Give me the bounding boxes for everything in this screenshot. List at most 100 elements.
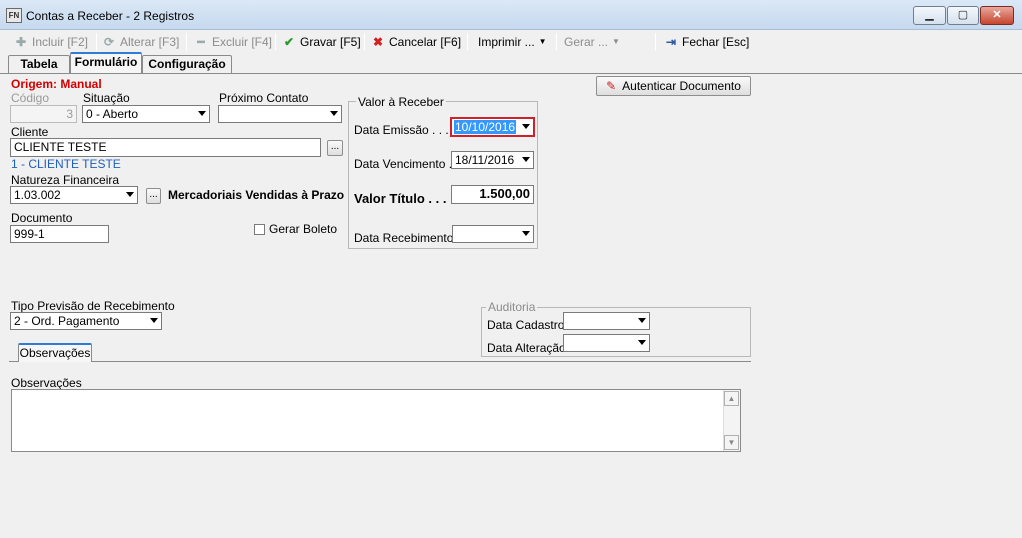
data-recebimento-picker[interactable] [452,225,534,243]
tipo-previsao-select[interactable]: 2 - Ord. Pagamento [10,312,162,330]
valor-titulo-field[interactable]: 1.500,00 [451,185,534,204]
codigo-field[interactable]: 3 [10,105,77,123]
toolbar-separator [275,33,276,51]
toolbar-separator [556,33,557,51]
dropdown-arrow-icon: ▼ [538,37,547,46]
data-vencimento-label: Data Vencimento . . [354,157,459,171]
tab-tabela[interactable]: Tabela [8,55,70,74]
incluir-label: Incluir [F2] [32,35,89,49]
toolbar-separator [186,33,187,51]
chevron-down-icon [150,318,158,323]
toolbar-separator [96,33,97,51]
documento-label: Documento [11,211,73,225]
toolbar-separator [655,33,656,51]
minus-icon: ━ [197,35,205,49]
minimize-button[interactable]: ▁ [913,6,946,25]
observacoes-label: Observações [11,376,82,390]
alterar-label: Alterar [F3] [120,35,180,49]
chevron-down-icon [638,340,646,345]
codigo-label: Código [11,91,50,105]
observacoes-textarea[interactable] [11,389,741,452]
natureza-label: Natureza Financeira [11,173,120,187]
data-alteracao-picker[interactable] [563,334,650,352]
auditoria-title: Auditoria [486,300,538,314]
data-cadastro-label: Data Cadastro . [487,318,572,332]
tipo-previsao-label: Tipo Previsão de Recebimento [11,299,175,313]
data-recebimento-label: Data Recebimento [354,231,454,245]
valor-titulo-label: Valor Título . . . . [354,191,454,206]
fechar-label: Fechar [Esc] [682,35,750,49]
title-bar: FN Contas a Receber - 2 Registros ▁ ▢ ✕ [0,0,1022,30]
cancel-x-icon: ✖ [372,35,384,49]
cliente-lookup-button[interactable]: ... [327,140,343,156]
chevron-down-icon [330,111,338,116]
chevron-down-icon [638,318,646,323]
toolbar: ✚ Incluir [F2] ⟳ Alterar [F3] ━ Excluir … [0,30,1022,54]
chevron-down-icon [522,231,530,236]
excluir-button[interactable]: ━ Excluir [F4] [194,33,272,51]
data-emissao-value: 10/10/2016 [454,120,517,134]
situacao-label: Situação [83,91,130,105]
autenticar-documento-button[interactable]: ✎ Autenticar Documento [596,76,751,96]
tab-observacoes[interactable]: Observações [18,343,92,362]
imprimir-label: Imprimir ... [478,35,535,49]
toolbar-separator [364,33,365,51]
chevron-down-icon [522,157,530,162]
documento-field[interactable]: 999-1 [10,225,109,243]
toolbar-separator [467,33,468,51]
imprimir-dropdown[interactable]: Imprimir ... ▼ [478,33,547,51]
proximo-contato-select[interactable] [218,105,342,123]
data-emissao-picker[interactable]: 10/10/2016 [450,117,535,137]
maximize-button[interactable]: ▢ [947,6,979,25]
data-emissao-label: Data Emissão . . . . . [354,123,463,137]
dropdown-arrow-icon: ▼ [612,37,620,46]
checkmark-icon: ✔ [283,35,295,49]
fechar-button[interactable]: ⇥ Fechar [Esc] [664,33,749,51]
exit-door-icon: ⇥ [665,35,677,49]
cancelar-label: Cancelar [F6] [389,35,462,49]
alterar-button[interactable]: ⟳ Alterar [F3] [102,33,179,51]
chevron-down-icon [522,124,530,129]
cliente-description: 1 - CLIENTE TESTE [11,157,121,171]
cancelar-button[interactable]: ✖ Cancelar [F6] [371,33,461,51]
gerar-boleto-checkbox[interactable] [254,224,265,235]
gravar-button[interactable]: ✔ Gravar [F5] [282,33,361,51]
gerar-label: Gerar ... [564,35,609,49]
gravar-label: Gravar [F5] [300,35,361,49]
tab-divider [0,73,1022,74]
natureza-description: Mercadoriais Vendidas à Prazo [168,188,345,202]
plus-icon: ✚ [15,35,27,49]
data-cadastro-picker[interactable] [563,312,650,330]
natureza-value: 1.03.002 [14,188,61,202]
tipo-previsao-value: 2 - Ord. Pagamento [14,314,120,328]
situacao-select[interactable]: 0 - Aberto [82,105,210,123]
document-pen-icon: ✎ [606,79,617,93]
chevron-down-icon [126,192,134,197]
data-vencimento-value: 18/11/2016 [455,153,515,167]
scroll-up-icon[interactable]: ▲ [724,391,739,406]
cliente-field[interactable]: CLIENTE TESTE [10,138,321,157]
app-icon: FN [6,8,22,23]
valor-receber-title: Valor à Receber [356,95,446,109]
proximo-contato-label: Próximo Contato [219,91,309,105]
tab-formulario[interactable]: Formulário [70,52,142,74]
excluir-label: Excluir [F4] [212,35,273,49]
situacao-value: 0 - Aberto [86,107,139,121]
origem-label: Origem: Manual [11,77,102,91]
obs-tab-divider [9,361,751,362]
autenticar-label: Autenticar Documento [622,79,741,93]
natureza-lookup-button[interactable]: ... [146,188,161,204]
incluir-button[interactable]: ✚ Incluir [F2] [14,33,88,51]
chevron-down-icon [198,111,206,116]
refresh-icon: ⟳ [103,35,115,49]
close-window-button[interactable]: ✕ [980,6,1014,25]
data-vencimento-picker[interactable]: 18/11/2016 [451,151,534,169]
gerar-boleto-label: Gerar Boleto [269,222,338,236]
window-title: Contas a Receber - 2 Registros [26,9,195,23]
gerar-dropdown[interactable]: Gerar ... ▼ [564,33,620,51]
cliente-label: Cliente [11,125,49,139]
data-alteracao-label: Data Alteração . [487,341,573,355]
tab-configuracao[interactable]: Configuração [142,55,232,74]
scroll-down-icon[interactable]: ▼ [724,435,739,450]
natureza-select[interactable]: 1.03.002 [10,186,138,204]
